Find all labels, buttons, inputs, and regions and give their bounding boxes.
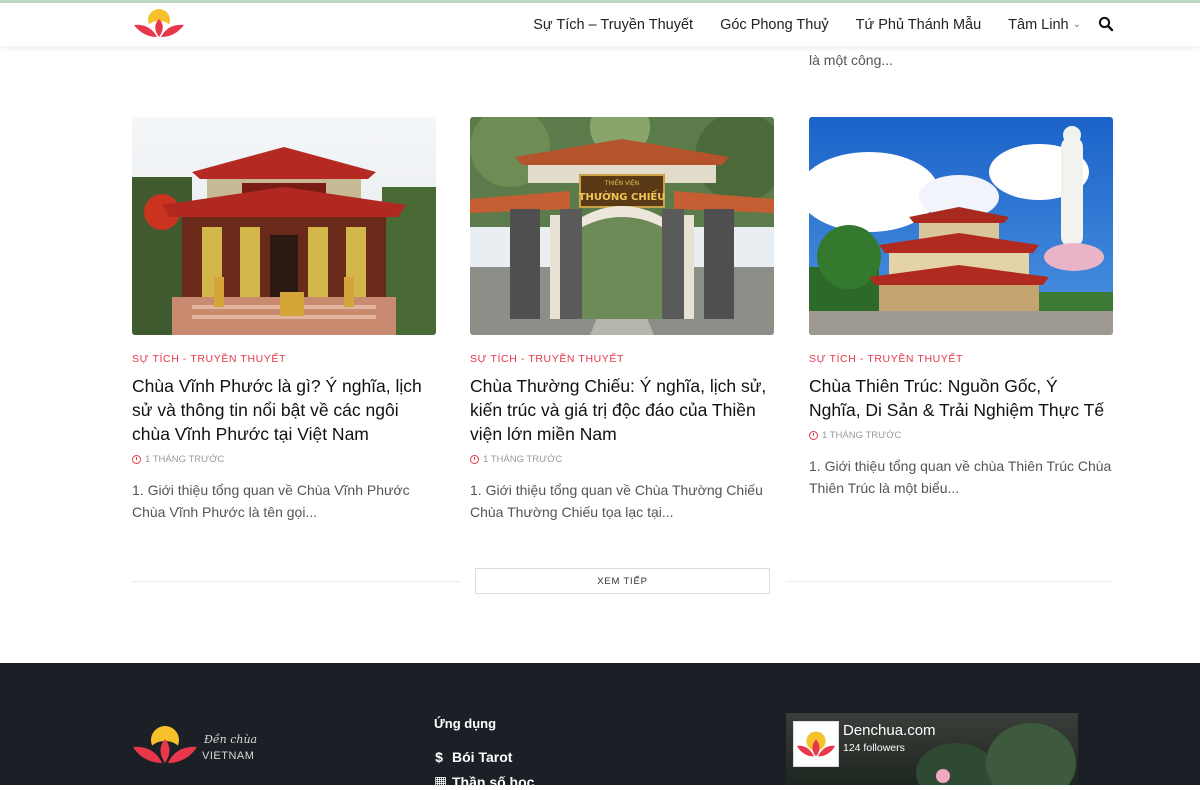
nav-item-label: Sự Tích – Truyền Thuyết [533,16,694,33]
page-followers: 124 followers [843,742,905,754]
footer-app-tarot[interactable]: $ Bói Tarot [434,749,512,765]
previous-card-excerpt-tail: là một công... [809,52,894,68]
article-thumbnail-thuong-chieu[interactable]: THIỀN VIỆN THƯỜNG CHIẾU [470,117,774,335]
divider-left [132,581,460,582]
footer-app-label: Bói Tarot [452,749,513,765]
clock-icon [809,431,818,440]
main-nav: Sự Tích – Truyền Thuyết Góc Phong Thuỷ T… [506,3,1114,46]
article-title[interactable]: Chùa Thiên Trúc: Nguồn Gốc, Ý Nghĩa, Di … [809,374,1113,422]
article-card[interactable]: THIỀN VIỆN THƯỜNG CHIẾU Sự Tích - Truyền… [470,117,774,523]
nav-item-thanh-mau[interactable]: Tứ Phủ Thánh Mẫu [856,17,982,33]
nav-item-phong-thuy[interactable]: Góc Phong Thuỷ [720,17,829,33]
dollar-icon: $ [435,749,443,765]
article-category[interactable]: Sự Tích - Truyền Thuyết [132,353,436,365]
calculator-icon: ▦ [434,773,448,789]
nav-item-label: Góc Phong Thuỷ [720,16,829,33]
page-avatar[interactable] [793,721,839,767]
nav-item-tam-linh[interactable]: Tâm Linh ⌄ [1008,17,1081,33]
footer-logo-script: Đền chùa [203,733,257,746]
page-name[interactable]: Denchua.com [843,722,936,739]
footer-app-label: Thần số học [452,773,535,790]
article-card[interactable]: Sự Tích - Truyền Thuyết Chùa Vĩnh Phước … [132,117,436,523]
article-card[interactable]: Sự Tích - Truyền Thuyết Chùa Thiên Trúc:… [809,117,1113,499]
article-category[interactable]: Sự Tích - Truyền Thuyết [809,353,1113,365]
footer-apps-heading: Ứng dụng [434,716,497,731]
widget-bg-foliage [986,723,1076,785]
article-time: 1 tháng trước [483,454,563,465]
article-meta: 1 tháng trước [470,454,774,465]
footer-logo-text: VIETNAM [202,750,254,762]
nav-item-label: Tứ Phủ Thánh Mẫu [855,16,982,33]
article-time: 1 tháng trước [145,454,225,465]
article-title[interactable]: Chùa Vĩnh Phước là gì? Ý nghĩa, lịch sử … [132,374,436,446]
facebook-page-widget[interactable]: Denchua.com 124 followers [786,713,1078,785]
chevron-down-icon: ⌄ [1072,19,1081,30]
article-excerpt: 1. Giới thiệu tổng quan về Chùa Vĩnh Phư… [132,482,410,520]
site-footer: Đền chùa VIETNAM Ứng dụng $ Bói Tarot ▦ Th… [0,663,1200,790]
article-excerpt: 1. Giới thiệu tổng quan về chùa Thiên Tr… [809,458,1112,496]
article-thumbnail-thien-truc[interactable] [809,117,1113,335]
widget-bg-foliage [916,743,996,785]
footer-app-numerology[interactable]: ▦ Thần số học [434,773,534,790]
load-more-button[interactable]: Xem tiếp [475,568,770,594]
widget-bg-flower [936,769,950,783]
gate-sign-top: THIỀN VIỆN [604,179,639,187]
article-title[interactable]: Chùa Thường Chiếu: Ý nghĩa, lịch sử, kiế… [470,374,774,446]
article-excerpt: 1. Giới thiệu tổng quan về Chùa Thường C… [470,482,763,520]
article-meta: 1 tháng trước [132,454,436,465]
search-icon[interactable] [1098,16,1114,32]
clock-icon [132,455,141,464]
article-category[interactable]: Sự Tích - Truyền Thuyết [470,353,774,365]
nav-item-label: Tâm Linh [1008,16,1069,33]
divider-right [786,581,1112,582]
lotus-logo-icon[interactable] [132,7,186,41]
clock-icon [470,455,479,464]
article-time: 1 tháng trước [822,430,902,441]
article-thumbnail-vinh-phuoc[interactable] [132,117,436,335]
nav-item-su-tich[interactable]: Sự Tích – Truyền Thuyết [533,17,693,33]
article-meta: 1 tháng trước [809,430,1113,441]
site-header: Sự Tích – Truyền Thuyết Góc Phong Thuỷ T… [0,3,1200,46]
footer-logo-icon[interactable]: Đền chùa VIETNAM [132,723,262,769]
